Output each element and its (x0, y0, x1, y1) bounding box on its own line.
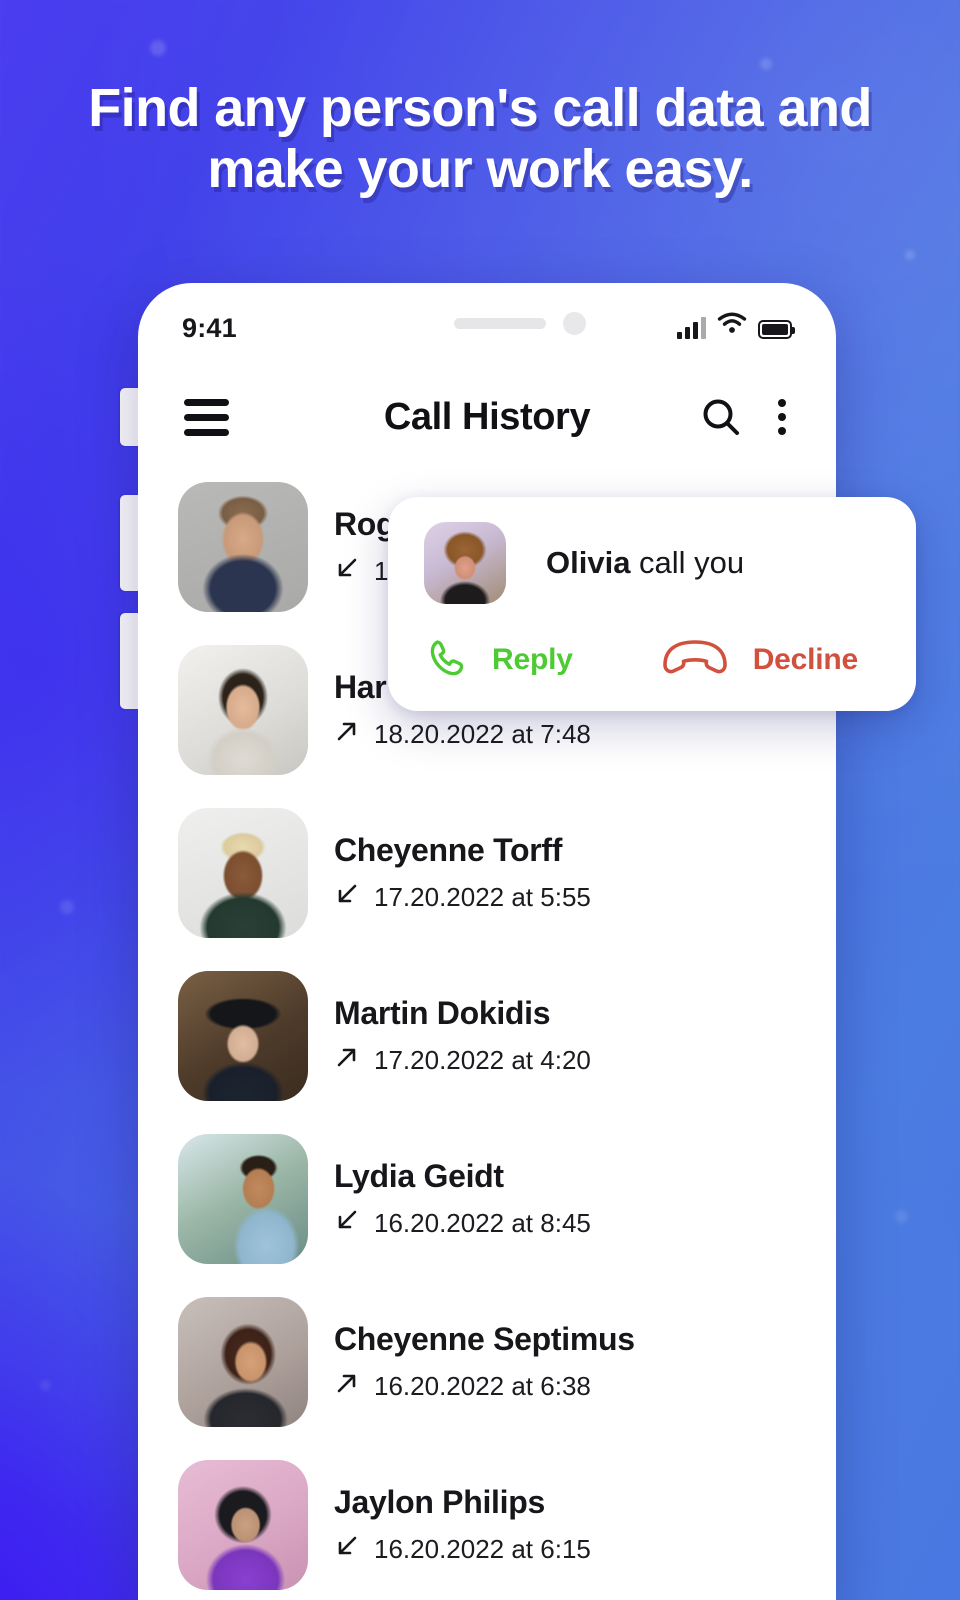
caller-avatar (424, 522, 506, 604)
avatar (178, 1459, 308, 1590)
arrow-incoming-icon (334, 1207, 360, 1240)
call-timestamp: 18.20.2022 at 7:48 (374, 718, 591, 749)
incoming-call-notification[interactable]: Olivia call you Reply Decline (388, 497, 916, 711)
call-meta: 16.20.2022 at 6:38 (334, 1370, 635, 1403)
arrow-outgoing-icon (334, 1044, 360, 1077)
battery-full-icon (758, 320, 795, 339)
call-timestamp: 17.20.2022 at 5:55 (374, 881, 591, 912)
call-timestamp: 16.20.2022 at 8:45 (374, 1207, 591, 1238)
arrow-outgoing-icon (334, 1370, 360, 1403)
arrow-outgoing-icon (334, 718, 360, 751)
call-timestamp: 16.20.2022 at 6:38 (374, 1370, 591, 1401)
phone-mockup: 9:41 Call History Rog Har 18.20.2022 at … (120, 283, 836, 1600)
wifi-icon (717, 312, 747, 339)
phone-side-button-mute (120, 388, 140, 446)
arrow-incoming-icon (334, 1533, 360, 1566)
phone-side-button-volume-down (120, 613, 140, 709)
front-camera-icon (563, 312, 586, 335)
reply-label: Reply (492, 642, 573, 676)
call-timestamp: 17.20.2022 at 4:20 (374, 1044, 591, 1075)
avatar (178, 481, 308, 612)
avatar (178, 970, 308, 1101)
notification-message: Olivia call you (546, 545, 744, 581)
phone-side-button-volume-up (120, 495, 140, 591)
call-item-text: Lydia Geidt 16.20.2022 at 8:45 (334, 1158, 591, 1240)
cellular-signal-icon (677, 317, 706, 339)
notification-actions: Reply Decline (424, 634, 858, 685)
arrow-incoming-icon (334, 881, 360, 914)
call-meta: 17.20.2022 at 4:20 (334, 1044, 591, 1077)
decline-label: Decline (752, 642, 859, 676)
notification-header: Olivia call you (424, 522, 744, 604)
call-meta: 16.20.2022 at 8:45 (334, 1207, 591, 1240)
avatar (178, 807, 308, 938)
earpiece-speaker (454, 318, 546, 329)
avatar (178, 1296, 308, 1427)
header-actions (700, 395, 796, 439)
call-timestamp: 16.20.2022 at 6:15 (374, 1533, 591, 1564)
call-list-item[interactable]: Cheyenne Torff 17.20.2022 at 5:55 (138, 791, 836, 954)
status-time: 9:41 (182, 313, 237, 343)
contact-name: Martin Dokidis (334, 994, 551, 1031)
call-list-item[interactable]: Martin Dokidis 17.20.2022 at 4:20 (138, 954, 836, 1117)
headline-line-1: Find any person's call data and (88, 78, 872, 138)
avatar (178, 1133, 308, 1264)
call-list-item[interactable]: Cheyenne Septimus 16.20.2022 at 6:38 (138, 1280, 836, 1443)
decline-button[interactable]: Decline (659, 637, 858, 682)
contact-name: Cheyenne Septimus (334, 1320, 635, 1357)
status-icons (677, 309, 795, 339)
caller-name: Olivia (546, 545, 631, 580)
status-bar: 9:41 (138, 283, 836, 369)
call-item-text: Jaylon Philips 16.20.2022 at 6:15 (334, 1484, 591, 1566)
promo-headline: Find any person's call data and make you… (0, 78, 960, 200)
contact-name: Lydia Geidt (334, 1157, 504, 1194)
caller-message-suffix: call you (630, 545, 745, 580)
arrow-incoming-icon (334, 555, 360, 588)
headline-line-2: make your work easy. (207, 139, 753, 199)
call-item-text: Cheyenne Septimus 16.20.2022 at 6:38 (334, 1321, 635, 1403)
reply-button[interactable]: Reply (424, 634, 573, 685)
call-list-item[interactable]: Jaylon Philips 16.20.2022 at 6:15 (138, 1443, 836, 1600)
contact-name: Cheyenne Torff (334, 831, 563, 868)
phone-handset-icon (424, 634, 470, 685)
more-vertical-icon[interactable] (768, 395, 796, 439)
call-list-item[interactable]: Lydia Geidt 16.20.2022 at 8:45 (138, 1117, 836, 1280)
call-item-text: Martin Dokidis 17.20.2022 at 4:20 (334, 995, 591, 1077)
call-meta: 17.20.2022 at 5:55 (334, 881, 591, 914)
call-meta: 16.20.2022 at 6:15 (334, 1533, 591, 1566)
contact-name: Jaylon Philips (334, 1483, 545, 1520)
search-icon[interactable] (700, 396, 742, 438)
avatar (178, 644, 308, 775)
call-meta: 18.20.2022 at 7:48 (334, 718, 591, 751)
phone-hangup-icon (659, 637, 731, 682)
call-item-text: Cheyenne Torff 17.20.2022 at 5:55 (334, 832, 591, 914)
app-header: Call History (138, 369, 836, 465)
